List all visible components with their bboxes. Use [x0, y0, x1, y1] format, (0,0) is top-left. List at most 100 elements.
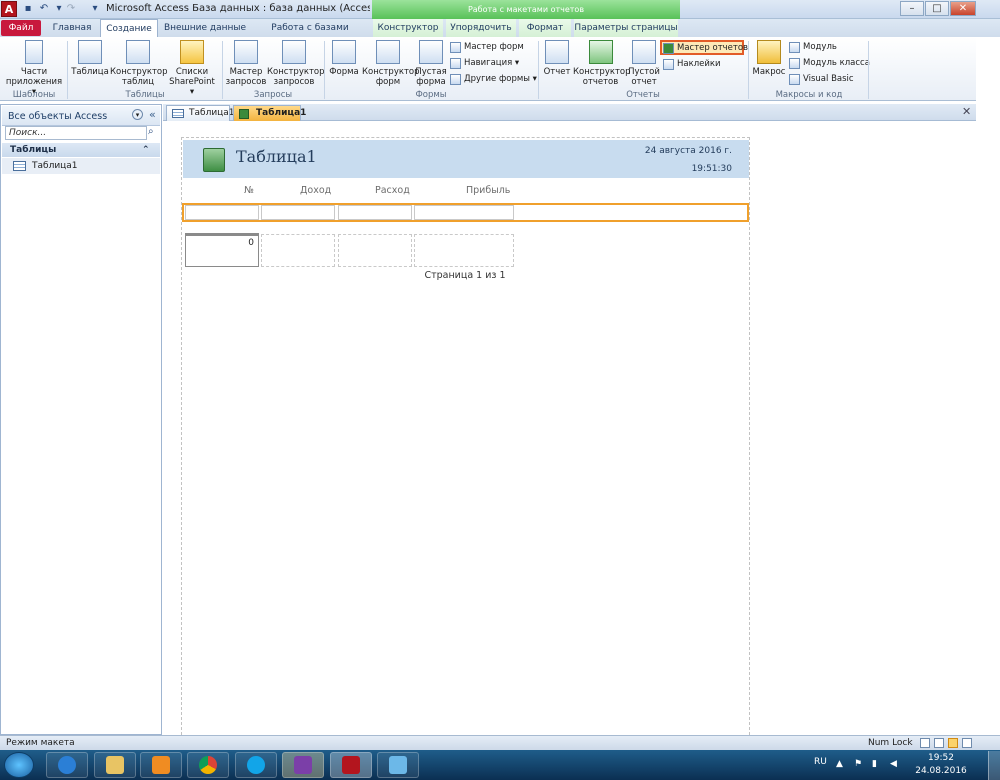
tab-arrange[interactable]: Упорядочить [446, 19, 516, 37]
close-button[interactable]: ✕ [950, 1, 976, 16]
query-wizard-button[interactable]: Мастер запросов [225, 40, 267, 87]
group-label-reports: Отчеты [626, 90, 660, 100]
detail-cell-profit[interactable] [414, 205, 514, 220]
form-wizard-icon [450, 42, 461, 53]
class-module-button[interactable]: Модуль класса [788, 57, 870, 70]
tab-home[interactable]: Главная [48, 19, 96, 37]
taskbar-chrome[interactable] [187, 752, 229, 778]
language-indicator[interactable]: RU [814, 757, 827, 767]
tab-format[interactable]: Формат [519, 19, 571, 37]
access-icon [342, 756, 360, 774]
labels-button[interactable]: Наклейки [662, 58, 721, 71]
save-icon[interactable]: ▪ [21, 2, 35, 16]
clock-date[interactable]: 24.08.2016 [910, 766, 972, 776]
blank-form-button[interactable]: Пустая форма [414, 40, 448, 87]
group-label-macros: Макросы и код [775, 90, 843, 100]
detail-cell-number[interactable] [185, 205, 259, 220]
nav-search-input[interactable]: Поиск... [5, 126, 147, 140]
nav-group-tables[interactable]: Таблицы ⌃ [2, 143, 160, 157]
form-icon [332, 40, 356, 64]
doc-tab-table1[interactable]: Таблица1 [166, 105, 235, 121]
application-parts-icon [25, 40, 43, 64]
undo-icon[interactable]: ↶ [37, 2, 51, 16]
access-app-icon[interactable]: A [1, 1, 17, 17]
ie-icon [58, 756, 76, 774]
collapse-nav-icon[interactable]: « [149, 108, 156, 121]
tab-file[interactable]: Файл [1, 20, 41, 36]
detail-cell-income[interactable] [261, 205, 335, 220]
show-desktop-button[interactable] [988, 751, 1000, 780]
form-wizard-button[interactable]: Мастер форм [449, 41, 524, 54]
navigation-button[interactable]: Навигация ▾ [449, 57, 519, 70]
application-parts-button[interactable]: Части приложения ▾ [4, 40, 64, 97]
report-view-icon[interactable] [920, 738, 930, 748]
tab-external-data[interactable]: Внешние данные [162, 19, 248, 37]
design-view-icon[interactable] [962, 738, 972, 748]
macro-button[interactable]: Макрос [751, 40, 787, 77]
table-designer-button[interactable]: Конструктор таблиц [110, 40, 168, 87]
start-button[interactable] [4, 752, 34, 778]
page-number[interactable]: Страница 1 из 1 [330, 270, 600, 281]
search-icon[interactable]: ⌕ [148, 126, 154, 137]
form-button[interactable]: Форма [326, 40, 362, 77]
count-total-field[interactable]: 0 [185, 233, 259, 267]
footer-cell-expense[interactable] [338, 234, 412, 267]
query-designer-button[interactable]: Конструктор запросов [267, 40, 325, 87]
table-button[interactable]: Таблица [70, 40, 110, 77]
layout-view-icon[interactable] [948, 738, 958, 748]
tab-design[interactable]: Конструктор [373, 19, 443, 37]
blank-report-button[interactable]: Пустой отчет [628, 40, 660, 87]
collapse-group-icon[interactable]: ⌃ [142, 143, 150, 157]
flag-icon[interactable]: ⚑ [854, 759, 864, 769]
close-document-icon[interactable]: ✕ [962, 105, 971, 118]
window-title: Microsoft Access База данных : база данн… [106, 3, 370, 14]
module-button[interactable]: Модуль [788, 41, 837, 54]
taskbar-visual-studio[interactable] [282, 752, 324, 778]
column-header-number[interactable]: № [244, 185, 254, 196]
clock-time[interactable]: 19:52 [916, 753, 966, 763]
footer-cell-profit[interactable] [414, 234, 514, 267]
print-preview-icon[interactable] [934, 738, 944, 748]
group-label-tables: Таблицы [125, 90, 165, 100]
sharepoint-lists-button[interactable]: Списки SharePoint ▾ [166, 40, 218, 97]
column-header-income[interactable]: Доход [300, 185, 331, 196]
taskbar-paint[interactable] [377, 752, 419, 778]
tray-expand-icon[interactable]: ▲ [836, 759, 846, 769]
report-button[interactable]: Отчет [541, 40, 573, 77]
taskbar-skype[interactable] [235, 752, 277, 778]
taskbar-access[interactable] [330, 752, 372, 778]
report-date[interactable]: 24 августа 2016 г. [590, 146, 732, 156]
tab-create[interactable]: Создание [100, 19, 158, 37]
doc-tab-report-table1[interactable]: Таблица1 [233, 105, 306, 121]
minimize-button[interactable]: – [900, 1, 924, 16]
column-header-expense[interactable]: Расход [375, 185, 410, 196]
taskbar-media-player[interactable] [140, 752, 182, 778]
report-time[interactable]: 19:51:30 [650, 164, 732, 174]
footer-cell-income[interactable] [261, 234, 335, 267]
report-logo-icon[interactable] [203, 148, 225, 172]
customize-quick-access-icon[interactable]: ▾ [88, 2, 102, 16]
nav-pane-header[interactable]: Все объекты Access ▾ « [2, 106, 160, 126]
table-icon [78, 40, 102, 64]
volume-icon[interactable]: ◀ [890, 759, 900, 769]
network-icon[interactable]: ▮ [872, 759, 882, 769]
maximize-button[interactable]: □ [925, 1, 949, 16]
other-forms-icon [450, 74, 461, 85]
tab-database-tools[interactable]: Работа с базами данных [252, 19, 368, 51]
report-title[interactable]: Таблица1 [236, 147, 317, 166]
taskbar-ie[interactable] [46, 752, 88, 778]
redo-icon[interactable]: ↷ [64, 2, 78, 16]
report-designer-button[interactable]: Конструктор отчетов [573, 40, 631, 87]
taskbar-explorer[interactable] [94, 752, 136, 778]
visual-basic-button[interactable]: Visual Basic [788, 73, 854, 86]
column-header-profit[interactable]: Прибыль [466, 185, 510, 196]
nav-pane-title: Все объекты Access [8, 111, 108, 122]
report-wizard-button[interactable]: Мастер отчетов [660, 40, 748, 55]
detail-cell-expense[interactable] [338, 205, 412, 220]
other-forms-button[interactable]: Другие формы ▾ [449, 73, 537, 86]
nav-menu-chevron-icon[interactable]: ▾ [132, 109, 143, 120]
nav-item-table1[interactable]: Таблица1 [2, 158, 160, 174]
folder-icon [106, 756, 124, 774]
form-designer-button[interactable]: Конструктор форм [362, 40, 420, 87]
tab-page-setup[interactable]: Параметры страницы [574, 19, 678, 37]
